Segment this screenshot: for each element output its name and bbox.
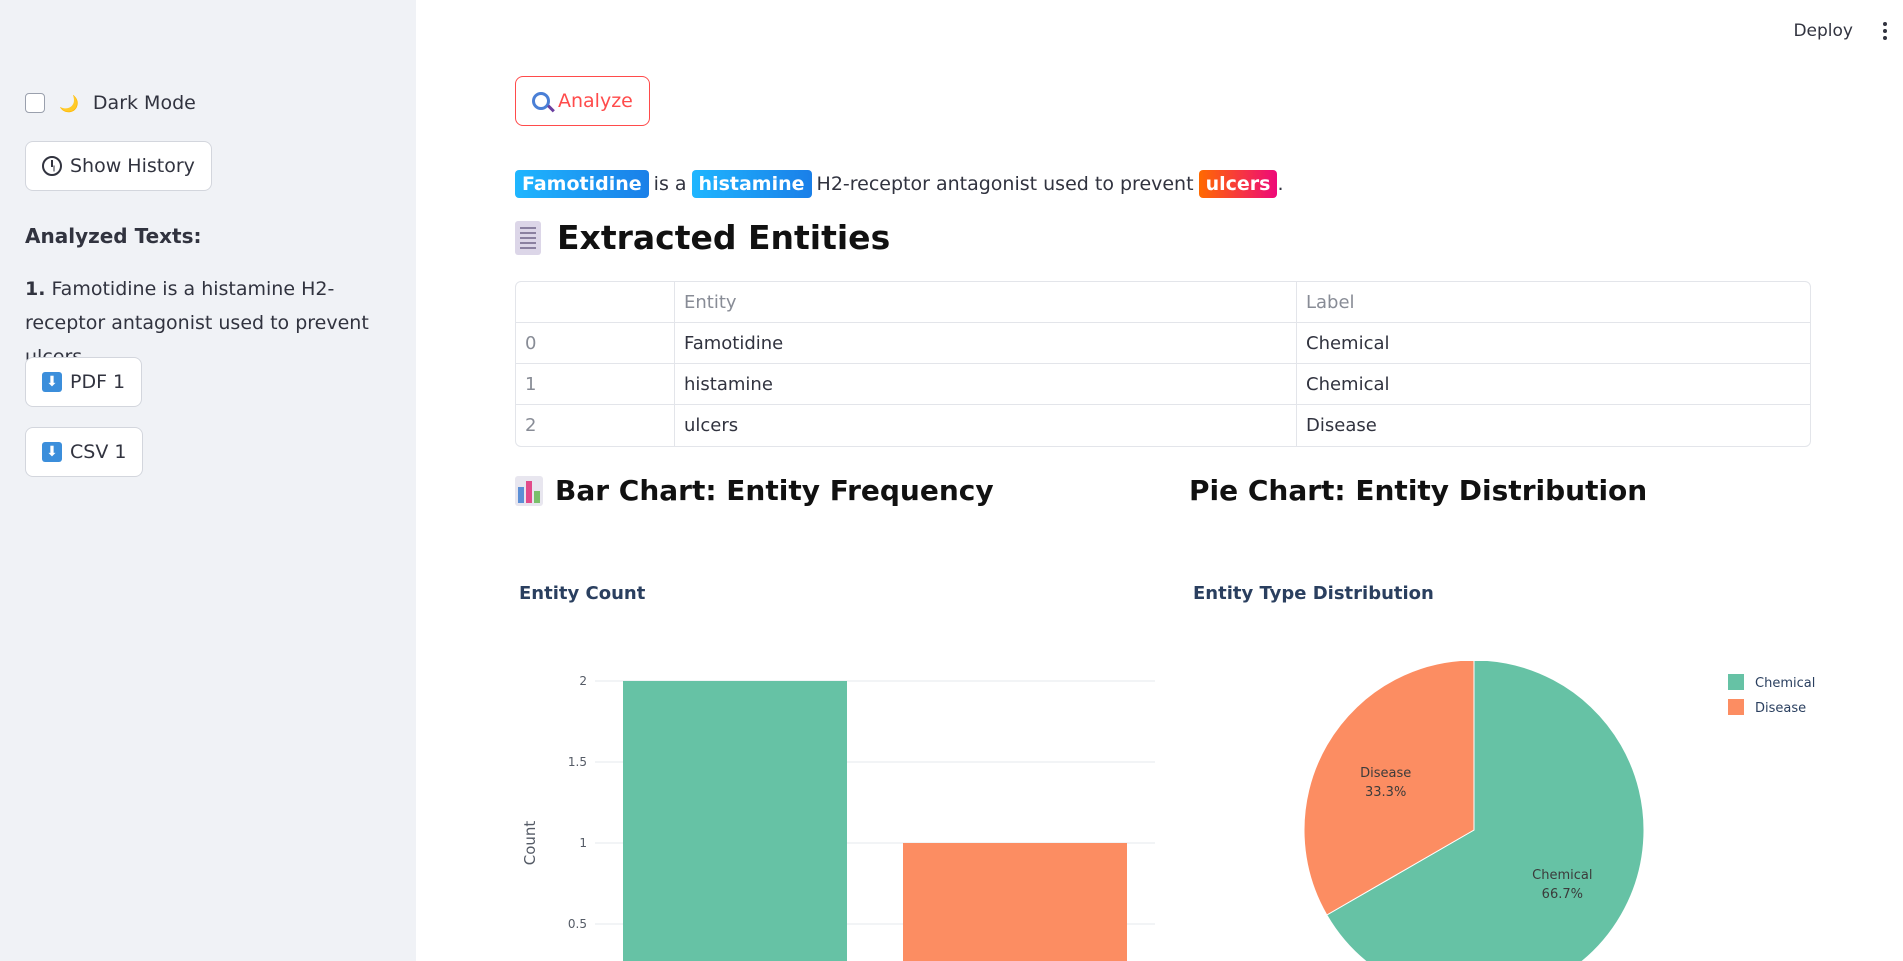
analyzed-texts-heading: Analyzed Texts: xyxy=(25,224,202,248)
y-tick-label: 0.5 xyxy=(568,917,587,931)
slice-label: Disease xyxy=(1360,766,1411,781)
dark-mode-checkbox[interactable] xyxy=(25,93,45,113)
dark-mode-toggle[interactable]: 🌙 Dark Mode xyxy=(25,92,196,114)
pdf-label: PDF 1 xyxy=(70,371,126,393)
history-text: Famotidine is a histamine H2-receptor an… xyxy=(25,278,369,368)
history-index: 1. xyxy=(25,278,46,300)
y-tick-label: 2 xyxy=(579,674,587,688)
dark-mode-label: Dark Mode xyxy=(92,92,196,114)
extracted-entities-heading: Extracted Entities xyxy=(515,218,890,257)
row-index: 1 xyxy=(516,364,675,405)
y-tick-label: 1 xyxy=(579,836,587,850)
show-history-button[interactable]: Show History xyxy=(25,141,212,191)
download-arrow-icon: ⬇ xyxy=(42,372,62,392)
bar-chart-title: Bar Chart: Entity Frequency xyxy=(555,474,994,507)
top-toolbar: Deploy xyxy=(1793,18,1893,44)
show-history-label: Show History xyxy=(70,155,195,177)
label-cell: Chemical xyxy=(1297,364,1810,405)
bar-chart-icon xyxy=(515,475,543,506)
entity-cell: histamine xyxy=(675,364,1297,405)
label-cell: Chemical xyxy=(1297,323,1810,364)
y-axis-label: Count xyxy=(521,821,539,866)
pie-chart-heading: Pie Chart: Entity Distribution xyxy=(1189,474,1647,507)
analyze-label: Analyze xyxy=(558,90,633,112)
slice-percent-label: 66.7% xyxy=(1542,887,1583,902)
entities-table[interactable]: Entity Label 0 Famotidine Chemical 1 his… xyxy=(515,281,1811,447)
table-row: 1 histamine Chemical xyxy=(516,364,1810,405)
table-row: 2 ulcers Disease xyxy=(516,405,1810,446)
pie-chart-title: Pie Chart: Entity Distribution xyxy=(1189,474,1648,507)
legend-swatch xyxy=(1728,699,1744,715)
column-header: Label xyxy=(1297,282,1810,323)
csv-label: CSV 1 xyxy=(70,441,127,463)
row-index: 2 xyxy=(516,405,675,446)
bar-chart[interactable]: 0.5 1 1.5 2 Count xyxy=(515,661,1165,961)
bar-disease xyxy=(903,843,1127,961)
legend-swatch xyxy=(1728,674,1744,690)
entity-chemical: histamine xyxy=(691,170,812,198)
download-arrow-icon: ⬇ xyxy=(42,442,62,462)
entity-chemical: Famotidine xyxy=(515,170,649,198)
sidebar: 🌙 Dark Mode Show History Analyzed Texts:… xyxy=(0,0,416,961)
magnifier-icon xyxy=(532,92,550,110)
sentence-text: is a xyxy=(653,173,687,195)
label-cell: Disease xyxy=(1306,415,1377,436)
table-header-row: Entity Label xyxy=(516,282,1810,323)
bar-chemical xyxy=(623,681,847,961)
slice-label: Chemical xyxy=(1532,868,1592,883)
pie-chart-title-label: Entity Type Distribution xyxy=(1193,583,1434,604)
extracted-entities-title: Extracted Entities xyxy=(557,218,891,257)
scroll-icon xyxy=(515,220,541,255)
sentence-text: H2-receptor antagonist used to prevent xyxy=(816,173,1194,195)
row-index: 0 xyxy=(516,323,675,364)
deploy-button[interactable]: Deploy xyxy=(1793,21,1853,41)
moon-icon: 🌙 xyxy=(59,93,79,113)
entity-cell: ulcers xyxy=(675,405,1297,446)
highlighted-sentence: Famotidine is a histamine H2-receptor an… xyxy=(515,170,1283,198)
clock-icon xyxy=(42,156,62,176)
table-row: 0 Famotidine Chemical xyxy=(516,323,1810,364)
y-tick-label: 1.5 xyxy=(568,755,587,769)
column-header xyxy=(516,282,675,323)
sentence-text: . xyxy=(1277,173,1284,195)
more-menu-icon[interactable] xyxy=(1877,18,1893,44)
entity-cell: Famotidine xyxy=(675,323,1297,364)
legend-label: Chemical xyxy=(1755,676,1815,691)
entity-disease: ulcers xyxy=(1198,170,1278,198)
bar-chart-title-label: Entity Count xyxy=(519,583,646,604)
download-pdf-button[interactable]: ⬇ PDF 1 xyxy=(25,357,143,407)
download-csv-button[interactable]: ⬇ CSV 1 xyxy=(25,427,144,477)
bar-chart-heading: Bar Chart: Entity Frequency xyxy=(515,474,994,507)
legend-label: Disease xyxy=(1755,701,1806,716)
pie-chart[interactable]: Chemical 66.7% Disease 33.3% Chemical Disease xyxy=(1189,661,1903,961)
analyze-button[interactable]: Analyze xyxy=(515,76,650,126)
main-content: Deploy Analyze Famotidine is a histamine… xyxy=(416,0,1903,961)
slice-percent-label: 33.3% xyxy=(1365,785,1406,800)
column-header: Entity xyxy=(675,282,1297,323)
